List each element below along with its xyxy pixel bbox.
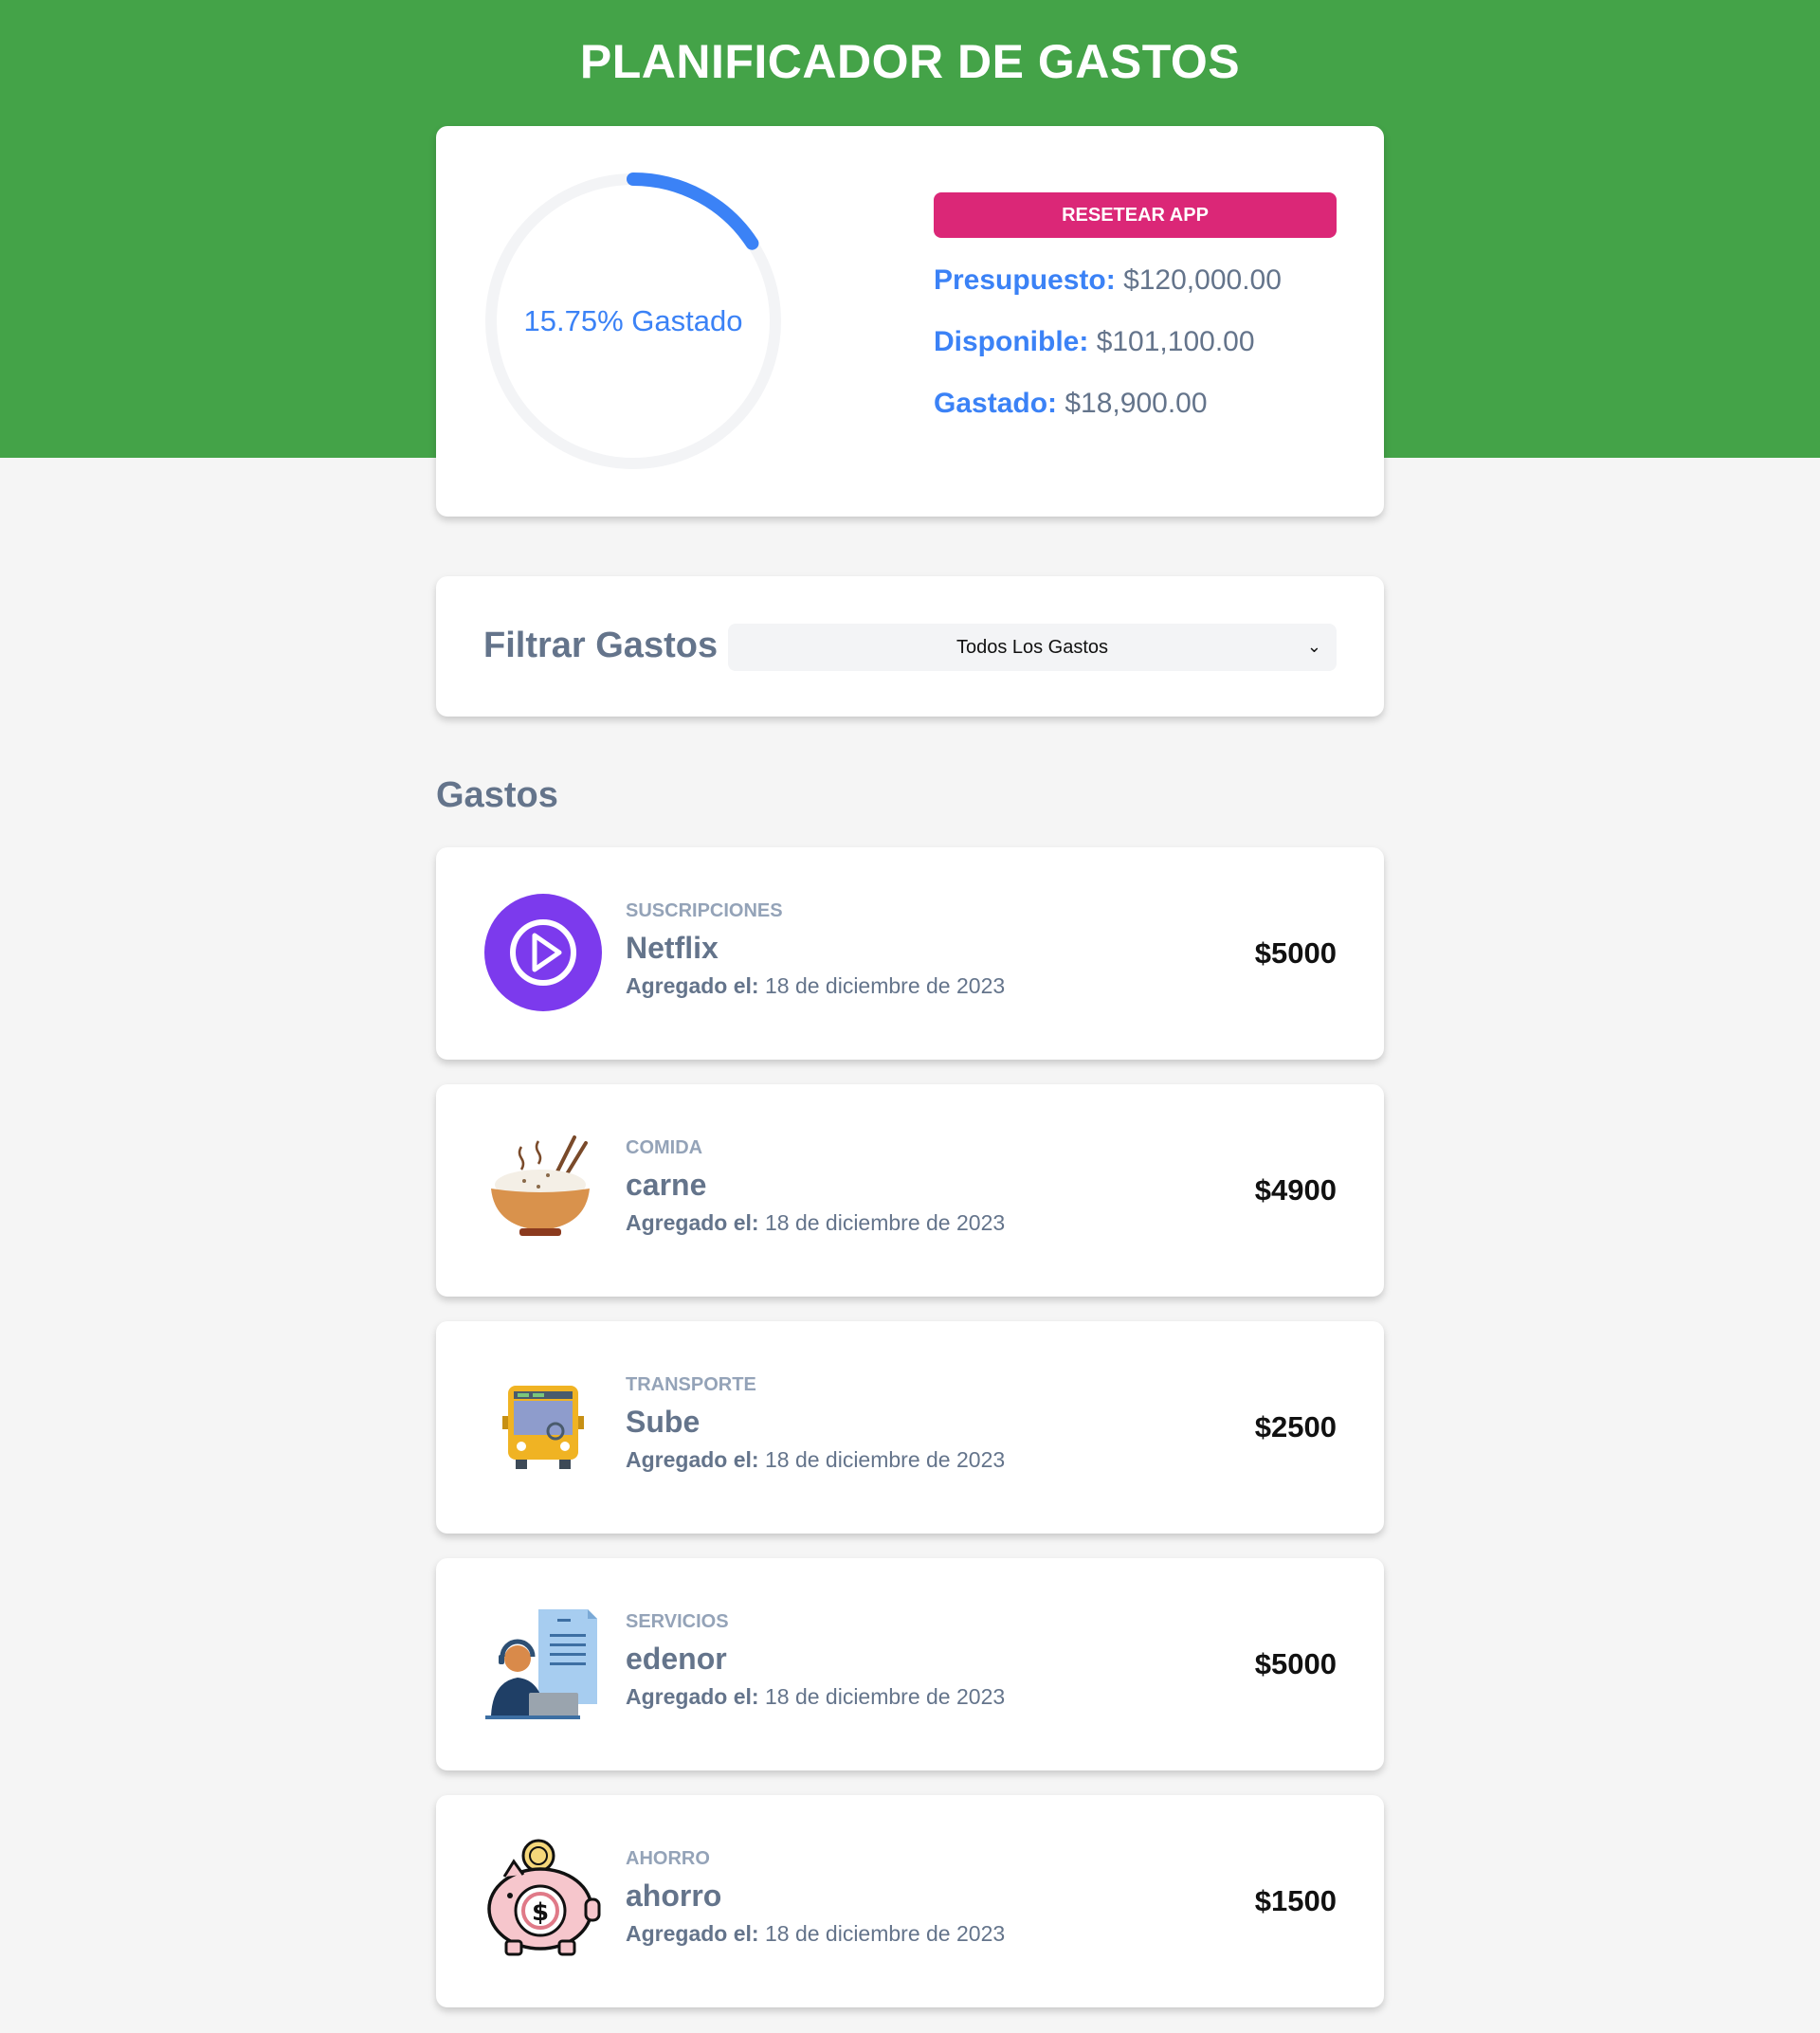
expense-amount: $5000	[1254, 1647, 1337, 1680]
expense-name: Netflix	[626, 931, 719, 965]
expense-amount: $1500	[1254, 1884, 1337, 1917]
expense-amount: $4900	[1254, 1173, 1337, 1207]
filter-select[interactable]: Todos Los Gastos ⌄	[728, 624, 1337, 671]
expense-item[interactable]: SUSCRIPCIONES Netflix Agregado el: 18 de…	[436, 847, 1384, 1060]
filter-label: Filtrar Gastos	[483, 626, 719, 665]
date-value: 18 de diciembre de 2023	[764, 1447, 1006, 1472]
presupuesto-label: Presupuesto:	[934, 264, 1116, 296]
expense-name: edenor	[626, 1642, 727, 1676]
expenses-title: Gastos	[436, 775, 558, 815]
progress-text: 15.75% Gastado	[523, 304, 743, 337]
svg-text:$: $	[532, 1898, 549, 1927]
date-value: 18 de diciembre de 2023	[764, 1684, 1006, 1709]
expense-amount: $2500	[1254, 1410, 1337, 1443]
expense-date: Agregado el: 18 de diciembre de 2023	[626, 973, 1005, 999]
reset-app-button[interactable]: RESETEAR APP	[934, 192, 1337, 238]
expense-category: SUSCRIPCIONES	[626, 900, 783, 921]
date-label: Agregado el:	[626, 1684, 759, 1709]
chevron-down-icon: ⌄	[1306, 637, 1321, 656]
disponible-label: Disponible:	[934, 326, 1089, 357]
service-agent-icon	[482, 1602, 605, 1725]
expense-date: Agregado el: 18 de diciembre de 2023	[626, 1684, 1005, 1710]
date-label: Agregado el:	[626, 1210, 759, 1235]
expense-item[interactable]: SERVICIOS edenor Agregado el: 18 de dici…	[436, 1558, 1384, 1770]
date-value: 18 de diciembre de 2023	[764, 1921, 1006, 1946]
expense-category: TRANSPORTE	[626, 1374, 756, 1395]
stat-presupuesto: Presupuesto: $120,000.00	[934, 264, 1282, 297]
budget-card: 15.75% Gastado RESETEAR APP Presupuesto:…	[436, 126, 1384, 517]
date-label: Agregado el:	[626, 973, 759, 998]
stat-gastado: Gastado: $18,900.00	[934, 388, 1208, 420]
bus-icon	[482, 1365, 605, 1488]
presupuesto-value: $120,000.00	[1123, 264, 1282, 296]
app-title: PLANIFICADOR DE GASTOS	[579, 35, 1241, 88]
budget-progress-ring: 15.75% Gastado	[483, 172, 783, 471]
expense-category: SERVICIOS	[626, 1611, 729, 1632]
expense-category: AHORRO	[626, 1848, 710, 1869]
disponible-value: $101,100.00	[1096, 326, 1255, 357]
expense-item[interactable]: TRANSPORTE Sube Agregado el: 18 de dicie…	[436, 1321, 1384, 1534]
expense-date: Agregado el: 18 de diciembre de 2023	[626, 1921, 1005, 1947]
date-value: 18 de diciembre de 2023	[764, 973, 1006, 998]
filter-card: Filtrar Gastos Todos Los Gastos ⌄	[436, 576, 1384, 717]
expense-name: ahorro	[626, 1879, 722, 1913]
date-label: Agregado el:	[626, 1921, 759, 1946]
filter-selected-value: Todos Los Gastos	[956, 636, 1109, 658]
expense-item[interactable]: COMIDA carne Agregado el: 18 de diciembr…	[436, 1084, 1384, 1297]
rice-bowl-icon	[482, 1128, 605, 1251]
expense-item[interactable]: $ AHORRO ahorro Agregado el: 18 de dicie…	[436, 1795, 1384, 2007]
gastado-label: Gastado:	[934, 388, 1058, 419]
date-value: 18 de diciembre de 2023	[764, 1210, 1006, 1235]
piggy-bank-icon: $	[482, 1839, 605, 1962]
expense-date: Agregado el: 18 de diciembre de 2023	[626, 1447, 1005, 1473]
date-label: Agregado el:	[626, 1447, 759, 1472]
expense-date: Agregado el: 18 de diciembre de 2023	[626, 1210, 1005, 1236]
expense-category: COMIDA	[626, 1137, 703, 1158]
expense-name: carne	[626, 1168, 707, 1202]
play-icon	[482, 891, 605, 1014]
expense-name: Sube	[626, 1405, 701, 1439]
stat-disponible: Disponible: $101,100.00	[934, 326, 1255, 358]
expense-amount: $5000	[1254, 936, 1337, 970]
gastado-value: $18,900.00	[1065, 388, 1208, 419]
